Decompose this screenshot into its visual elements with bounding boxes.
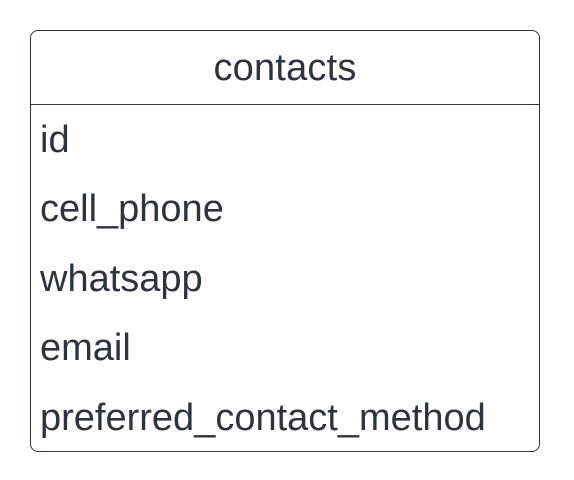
field-name: email [40, 327, 131, 370]
field-row-whatsapp[interactable]: whatsapp [31, 244, 539, 314]
field-row-email[interactable]: email [31, 314, 539, 384]
field-list: id cell_phone whatsapp email preferred_c… [31, 105, 539, 451]
diagram-canvas: contacts id cell_phone whatsapp email pr… [0, 0, 574, 480]
field-name: id [40, 118, 70, 161]
field-row-id[interactable]: id [31, 105, 539, 175]
entity-contacts[interactable]: contacts id cell_phone whatsapp email pr… [30, 30, 540, 452]
field-name: preferred_contact_method [40, 396, 486, 439]
entity-header: contacts [31, 31, 539, 105]
entity-title: contacts [213, 46, 357, 89]
field-row-preferred-contact-method[interactable]: preferred_contact_method [31, 383, 539, 451]
field-row-cell-phone[interactable]: cell_phone [31, 175, 539, 245]
field-name: whatsapp [40, 257, 203, 300]
field-name: cell_phone [40, 188, 224, 231]
